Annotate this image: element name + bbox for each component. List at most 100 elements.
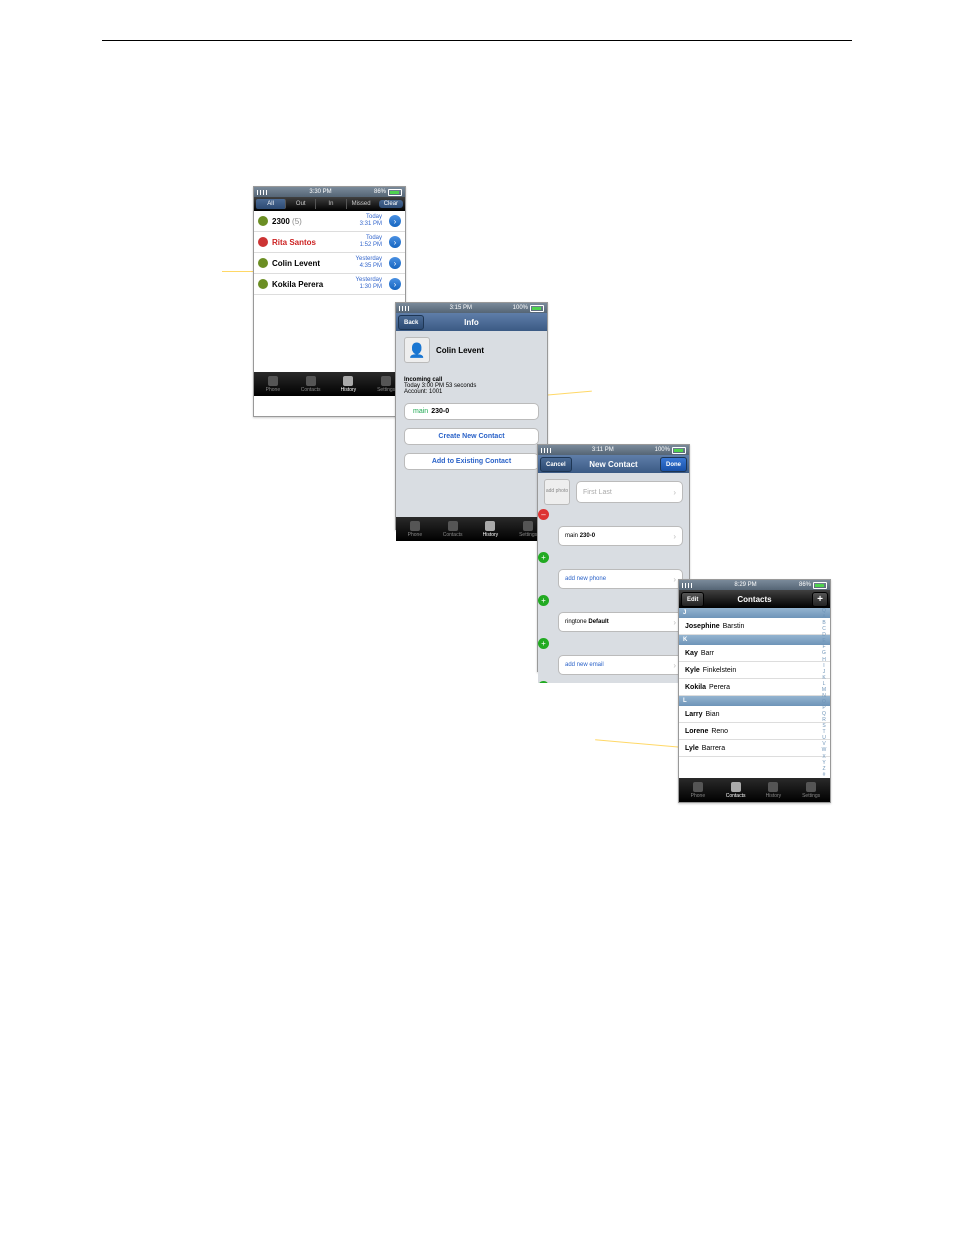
history-icon <box>485 521 495 531</box>
phone-icon <box>268 376 278 386</box>
add-existing-button[interactable]: Add to Existing Contact <box>404 453 539 470</box>
status-bar: 8:29 PM 86% <box>679 580 830 590</box>
signal-icon <box>682 583 692 588</box>
history-name: Rita Santos <box>272 238 356 247</box>
contacts-icon <box>731 782 741 792</box>
history-name: 2300 (5) <box>272 217 356 226</box>
contacts-icon <box>306 376 316 386</box>
battery-indicator: 100% <box>655 447 686 454</box>
call-type-icon <box>258 258 268 268</box>
battery-icon <box>530 305 544 312</box>
create-contact-button[interactable]: Create New Contact <box>404 428 539 445</box>
seg-in[interactable]: In <box>316 199 346 209</box>
name-field[interactable]: First Last › <box>576 481 683 503</box>
add-icon[interactable]: + <box>538 638 549 649</box>
seg-out[interactable]: Out <box>286 199 316 209</box>
history-row[interactable]: Kokila Perera Yesterday1:30 PM › <box>254 274 405 295</box>
info-body: 👤 Colin Levent Incoming call Today 3:00 … <box>396 331 547 517</box>
disclosure-icon[interactable]: › <box>389 257 401 269</box>
callout-line <box>595 739 681 747</box>
tab-settings[interactable]: Settings <box>792 778 830 802</box>
history-icon <box>343 376 353 386</box>
add-photo-button[interactable]: add photo <box>544 479 570 505</box>
delete-icon[interactable]: – <box>538 509 549 520</box>
seg-all[interactable]: All <box>256 199 286 209</box>
done-button[interactable]: Done <box>660 457 687 472</box>
chevron-right-icon: › <box>673 488 676 497</box>
history-row[interactable]: 2300 (5) Today3:31 PM › <box>254 211 405 232</box>
call-detail: Incoming call Today 3:00 PM 53 seconds A… <box>404 377 539 395</box>
tab-contacts[interactable]: Contacts <box>717 778 755 802</box>
edit-row-phone[interactable]: add new phone› <box>558 569 683 589</box>
signal-icon <box>541 448 551 453</box>
add-icon[interactable]: + <box>538 681 549 683</box>
cancel-button[interactable]: Cancel <box>540 457 572 472</box>
disclosure-icon[interactable]: › <box>389 215 401 227</box>
contact-row[interactable]: LoreneReno <box>679 723 830 740</box>
tab-history[interactable]: History <box>330 372 368 396</box>
tab-contacts[interactable]: Contacts <box>292 372 330 396</box>
edit-row-main[interactable]: main 230-0› <box>558 526 683 546</box>
contact-row[interactable]: KayBarr <box>679 645 830 662</box>
history-name: Kokila Perera <box>272 280 352 289</box>
status-time: 3:11 PM <box>592 447 614 453</box>
disclosure-icon[interactable]: › <box>389 278 401 290</box>
nav-title: Contacts <box>737 595 771 604</box>
seg-missed[interactable]: Missed <box>347 199 376 209</box>
back-button[interactable]: Back <box>398 315 424 330</box>
disclosure-icon[interactable]: › <box>389 236 401 248</box>
edit-row-email[interactable]: add new email› <box>558 655 683 675</box>
alpha-index[interactable]: QABCDEFGHIJKLMNOPQRSTUVWXYZ# <box>819 608 829 778</box>
add-contact-button[interactable]: + <box>812 592 828 607</box>
chevron-right-icon: › <box>673 532 676 541</box>
contacts-body: J JosephineBarstin K KayBarr KyleFinkels… <box>679 608 830 778</box>
contact-name: Colin Levent <box>436 346 484 355</box>
chevron-right-icon: › <box>673 618 676 627</box>
tab-bar: Phone Contacts History Settings <box>396 517 547 541</box>
chevron-right-icon: › <box>673 661 676 670</box>
contact-row[interactable]: KokilaPerera <box>679 679 830 696</box>
tab-bar: Phone Contacts History Settings <box>254 372 405 396</box>
callout-line <box>222 271 255 272</box>
avatar: 👤 <box>404 337 430 363</box>
phone-row[interactable]: main230-0 <box>404 403 539 420</box>
contact-row[interactable]: KyleFinkelstein <box>679 662 830 679</box>
contact-row[interactable]: JosephineBarstin <box>679 618 830 635</box>
contacts-screen: 8:29 PM 86% Edit Contacts + J JosephineB… <box>678 579 831 803</box>
nav-bar: Back Info <box>396 313 547 331</box>
contact-row[interactable]: LyleBarrera <box>679 740 830 757</box>
new-contact-body: add photo First Last › – main 230-0› + a… <box>538 473 689 683</box>
history-row[interactable]: Colin Levent Yesterday4:35 PM › <box>254 253 405 274</box>
info-screen: 3:15 PM 100% Back Info 👤 Colin Levent In… <box>395 302 548 530</box>
status-bar: 3:15 PM 100% <box>396 303 547 313</box>
edit-row-ringtone[interactable]: ringtone Default› <box>558 612 683 632</box>
phone-icon <box>410 521 420 531</box>
add-icon[interactable]: + <box>538 552 549 563</box>
contacts-icon <box>448 521 458 531</box>
contact-row[interactable]: LarryBian <box>679 706 830 723</box>
edit-button[interactable]: Edit <box>681 592 704 607</box>
signal-icon <box>257 190 267 195</box>
status-time: 3:15 PM <box>450 305 472 311</box>
call-type-icon <box>258 279 268 289</box>
page-rule <box>102 40 852 41</box>
history-meta: Today1:52 PM <box>360 235 382 248</box>
history-name: Colin Levent <box>272 259 352 268</box>
battery-icon <box>388 189 402 196</box>
add-icon[interactable]: + <box>538 595 549 606</box>
battery-icon <box>672 447 686 454</box>
tab-contacts[interactable]: Contacts <box>434 517 472 541</box>
tab-phone[interactable]: Phone <box>679 778 717 802</box>
history-meta: Yesterday1:30 PM <box>356 277 382 290</box>
tab-history[interactable]: History <box>472 517 510 541</box>
history-row[interactable]: Rita Santos Today1:52 PM › <box>254 232 405 253</box>
clear-button[interactable]: Clear <box>379 200 403 208</box>
section-header: K <box>679 635 830 645</box>
gear-icon <box>523 521 533 531</box>
tab-phone[interactable]: Phone <box>396 517 434 541</box>
signal-icon <box>399 306 409 311</box>
tab-history[interactable]: History <box>755 778 793 802</box>
tab-phone[interactable]: Phone <box>254 372 292 396</box>
phone-icon <box>693 782 703 792</box>
name-placeholder: First Last <box>583 489 612 496</box>
